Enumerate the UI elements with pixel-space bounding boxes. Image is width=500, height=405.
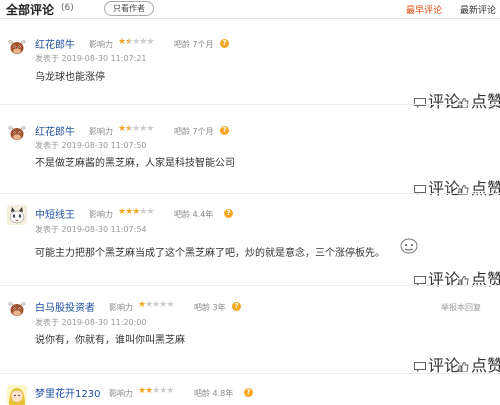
- like-button[interactable]: 点赞: [458, 175, 500, 199]
- comment-item: 白马股投资者 影响力 ★★★★★ 吧龄 3年 ? 举报本回复 发表于 2019-…: [0, 294, 500, 375]
- avatar[interactable]: [7, 123, 27, 143]
- author-only-button[interactable]: 只看作者: [104, 1, 154, 16]
- help-icon[interactable]: ?: [224, 209, 233, 218]
- sort-latest-tab[interactable]: 最新评论: [460, 3, 496, 16]
- comment-text: 乌龙球也能涨停: [35, 72, 105, 83]
- influence-stars: ★★★★★★: [118, 37, 154, 47]
- reply-button[interactable]: 评论: [414, 175, 460, 199]
- divider: [0, 104, 500, 105]
- avatar[interactable]: [7, 205, 27, 225]
- avatar[interactable]: [7, 299, 27, 319]
- username-link[interactable]: 梦里花开1230: [35, 385, 100, 400]
- star-half-icon: ★★: [125, 124, 133, 134]
- username-link[interactable]: 红花郎牛: [35, 123, 75, 138]
- comment-text: 不是做芝麻酱的黑芝麻，人家是科技智能公司: [35, 158, 235, 169]
- divider: [0, 193, 500, 194]
- thumbs-up-icon: [458, 180, 469, 199]
- influence-stars: ★★★★★: [118, 207, 154, 217]
- comment-icon: [414, 180, 426, 199]
- thumbs-up-icon: [458, 271, 469, 290]
- bar-age-label: 吧龄 4.8年: [194, 389, 234, 398]
- influence-label: 影响力: [89, 127, 113, 136]
- username-link[interactable]: 白马股投资者: [35, 299, 95, 314]
- comment-item: 中短线王 影响力 ★★★★★ 吧龄 4.4年 ? 发表于 2019-08-30 …: [0, 200, 500, 289]
- cat-avatar-icon: [7, 205, 27, 225]
- post-time: 发表于 2019-08-30 11:07:50: [35, 141, 147, 150]
- post-time: 发表于 2019-08-30 11:20:00: [35, 318, 147, 327]
- comments-title: 全部评论: [6, 3, 55, 17]
- comment-icon: [414, 271, 426, 290]
- star-full-icon: ★: [118, 37, 126, 47]
- bull-avatar-icon: [7, 299, 27, 319]
- bull-avatar-icon: [7, 37, 27, 57]
- influence-stars: ★★★★★★: [118, 124, 154, 134]
- comment-count: (6): [61, 3, 74, 13]
- thumbs-up-icon: [458, 93, 469, 112]
- girl-avatar-icon: [7, 385, 27, 405]
- bull-avatar-icon: [7, 123, 27, 143]
- comment-item: 梦里花开1230 影响力 ★★★★★ 吧龄 4.8年 ?: [0, 380, 500, 405]
- influence-label: 影响力: [89, 210, 113, 219]
- divider: [0, 373, 500, 374]
- reply-button[interactable]: 评论: [414, 88, 460, 112]
- help-icon[interactable]: ?: [220, 126, 229, 135]
- influence-label: 影响力: [109, 389, 133, 398]
- help-icon[interactable]: ?: [232, 302, 241, 311]
- bar-age-label: 吧龄 3年: [194, 303, 226, 312]
- star-empty-icon: ★: [166, 386, 174, 396]
- help-icon[interactable]: ?: [244, 388, 253, 397]
- comment-item: 红花郎牛 影响力 ★★★★★★ 吧龄 7个月 ? 发表于 2019-08-30 …: [0, 32, 500, 111]
- comment-item: 红花郎牛 影响力 ★★★★★★ 吧龄 7个月 ? 发表于 2019-08-30 …: [0, 118, 500, 198]
- help-icon[interactable]: ?: [220, 39, 229, 48]
- influence-stars: ★★★★★: [138, 386, 174, 396]
- star-empty-icon: ★: [166, 300, 174, 310]
- post-time: 发表于 2019-08-30 11:07:21: [35, 54, 147, 63]
- star-empty-icon: ★: [146, 37, 154, 47]
- like-button[interactable]: 点赞: [458, 88, 500, 112]
- star-empty-icon: ★: [146, 124, 154, 134]
- comment-icon: [414, 93, 426, 112]
- post-time: 发表于 2019-08-30 11:07:54: [35, 225, 147, 234]
- username-link[interactable]: 红花郎牛: [35, 36, 75, 51]
- influence-label: 影响力: [89, 40, 113, 49]
- comments-header: 全部评论 (6) 只看作者 最早评论 最新评论: [0, 0, 500, 19]
- avatar[interactable]: [7, 385, 27, 405]
- bar-age-label: 吧龄 7个月: [174, 127, 214, 136]
- sort-earliest-tab[interactable]: 最早评论: [406, 3, 442, 16]
- influence-stars: ★★★★★: [138, 300, 174, 310]
- bar-age-label: 吧龄 7个月: [174, 40, 214, 49]
- avatar[interactable]: [7, 37, 27, 57]
- star-full-icon: ★: [118, 124, 126, 134]
- divider: [0, 285, 500, 286]
- comment-text: 可能主力把那个黑芝麻当成了这个黑芝麻了吧，炒的就是意念，三个涨停板先。: [35, 248, 385, 259]
- comment-text: 说你有，你就有，谁叫你叫黑芝麻: [35, 335, 185, 346]
- like-button[interactable]: 点赞: [458, 266, 500, 290]
- star-empty-icon: ★: [146, 207, 154, 217]
- reply-button[interactable]: 评论: [414, 266, 460, 290]
- emoticon-icon: [400, 238, 418, 254]
- bar-age-label: 吧龄 4.4年: [174, 210, 214, 219]
- report-link[interactable]: 举报本回复: [441, 302, 481, 313]
- influence-label: 影响力: [109, 303, 133, 312]
- username-link[interactable]: 中短线王: [35, 206, 75, 221]
- star-half-icon: ★★: [125, 37, 133, 47]
